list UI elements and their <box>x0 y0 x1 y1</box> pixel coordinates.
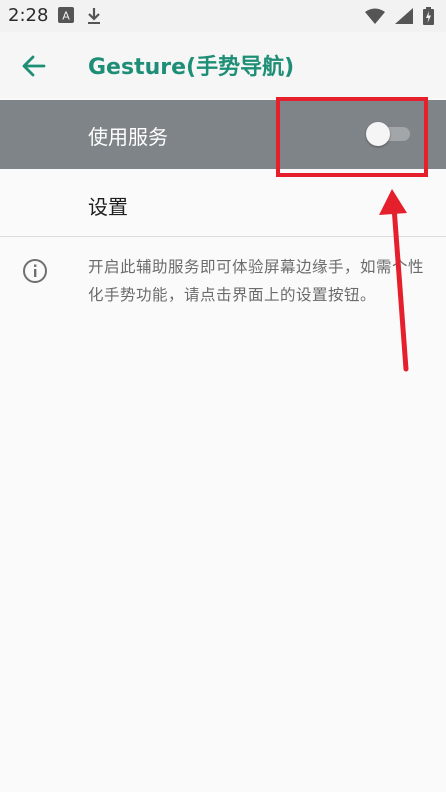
back-button[interactable] <box>18 50 50 82</box>
download-icon <box>86 7 102 29</box>
settings-label: 设置 <box>88 195 128 219</box>
battery-charging-icon <box>423 7 434 29</box>
status-time: 2:28 <box>8 5 49 26</box>
annotation-arrow <box>379 189 409 372</box>
signal-icon <box>395 8 413 28</box>
font-a-icon: A <box>58 7 74 29</box>
svg-text:A: A <box>62 10 70 23</box>
use-service-label: 使用服务 <box>88 125 168 149</box>
status-bar: 2:28 A <box>0 0 446 32</box>
page-title: Gesture(手势导航) <box>88 55 295 80</box>
arrow-left-icon <box>22 55 46 77</box>
info-icon <box>22 258 48 284</box>
annotation-highlight-box <box>276 97 428 177</box>
app-bar: Gesture(手势导航) <box>0 32 446 98</box>
wifi-icon <box>365 8 385 28</box>
